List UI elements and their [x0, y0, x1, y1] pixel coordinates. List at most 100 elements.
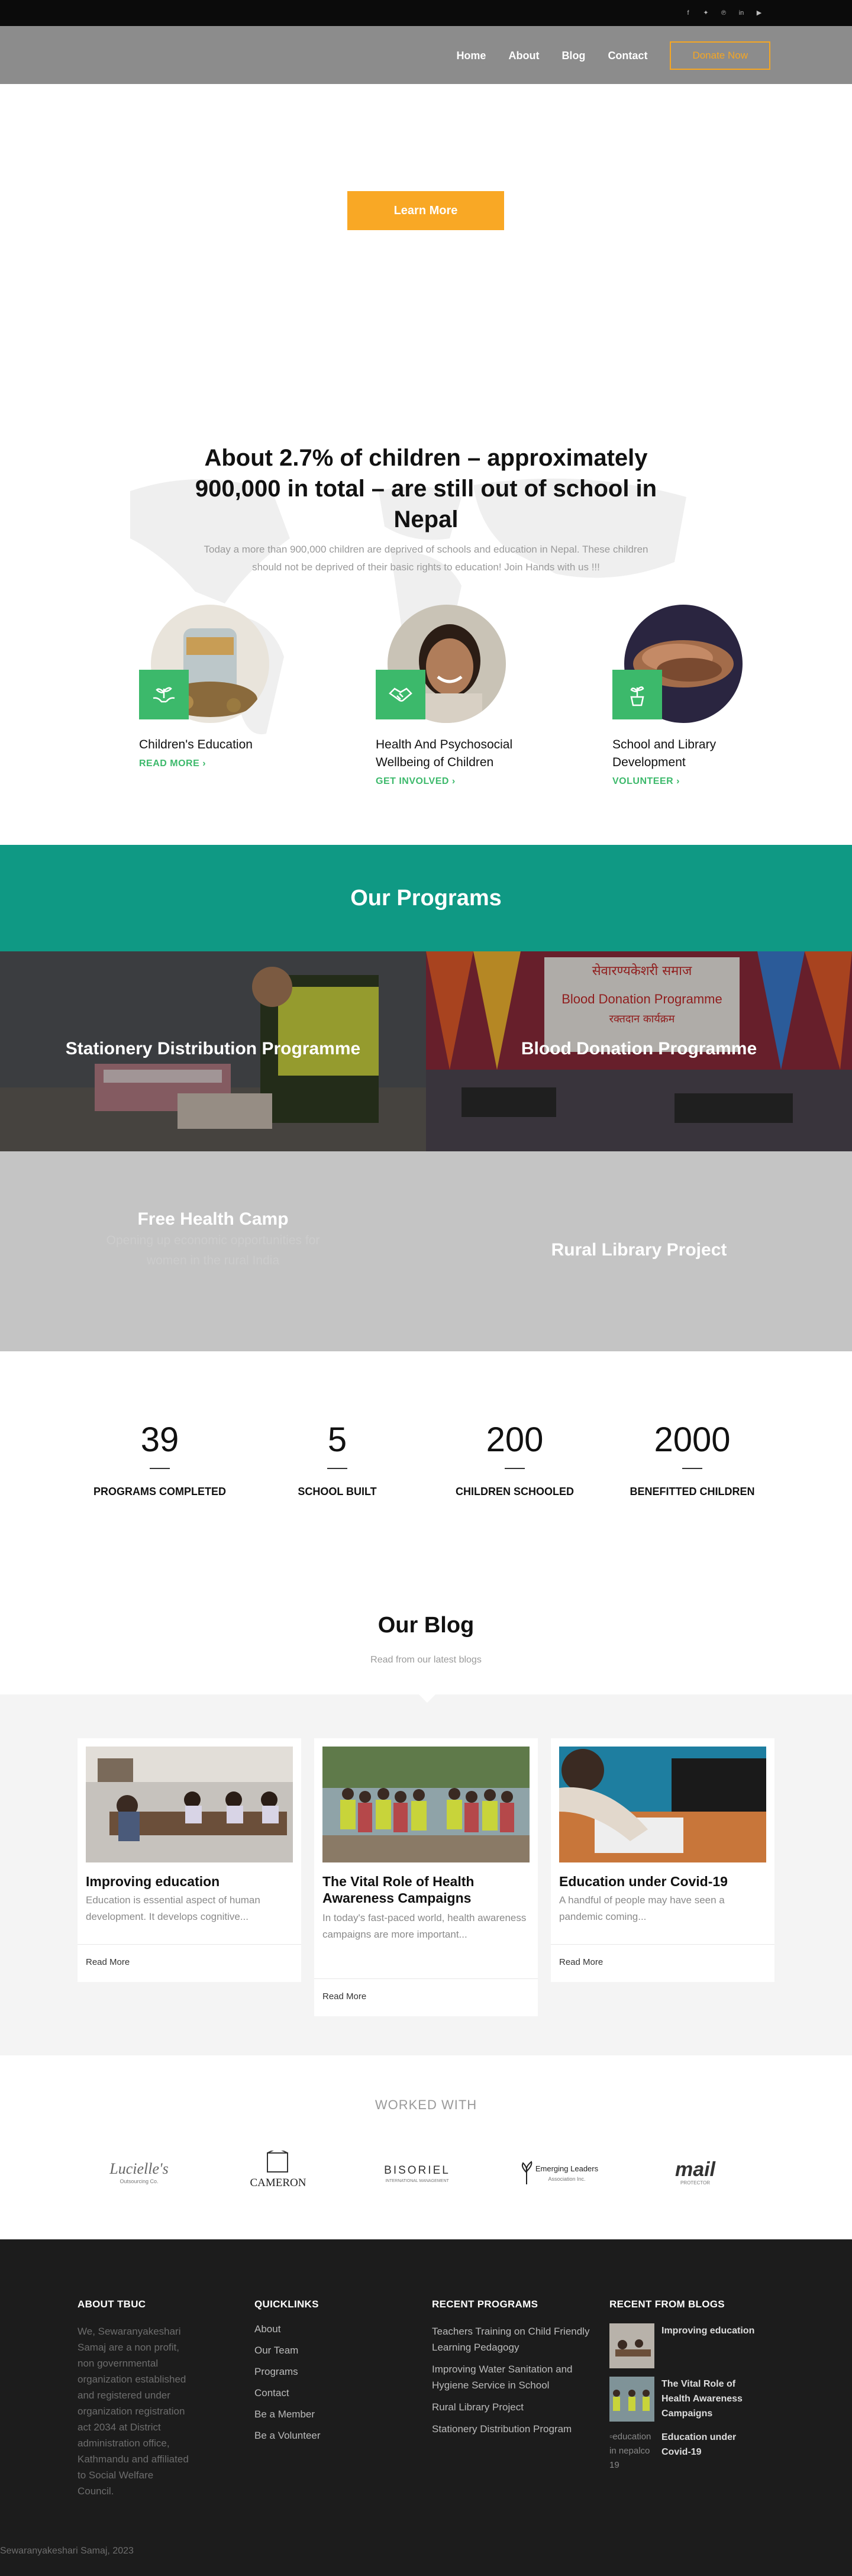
- footer-link-be-a-volunteer[interactable]: Be a Volunteer: [254, 2430, 321, 2442]
- footer-link-about[interactable]: About: [254, 2323, 321, 2335]
- about-subtitle: Today a more than 900,000 children are d…: [204, 544, 648, 573]
- main-navbar: Home About Blog Contact Donate Now: [0, 26, 852, 84]
- read-more-link[interactable]: READ MORE ›: [139, 758, 206, 769]
- footer-recent-programs-heading: RECENT PROGRAMS: [432, 2299, 538, 2310]
- footer-program-link[interactable]: Teachers Training on Child Friendly Lear…: [432, 2323, 604, 2355]
- mail-protector-logo: mail PROTECTOR: [651, 2151, 740, 2194]
- lucielles-logo-sub: Outsourcing Co.: [120, 2178, 158, 2184]
- blog-notch: [419, 1694, 435, 1703]
- cameron-logo: CAMERON: [237, 2151, 320, 2194]
- stat-programs-completed: 39 PROGRAMS COMPLETED: [89, 1420, 231, 1498]
- linkedin-icon[interactable]: in: [736, 8, 747, 18]
- emerging-leaders-logo-name: Emerging Leaders: [535, 2164, 599, 2173]
- blog-card-title[interactable]: Improving education: [86, 1873, 293, 1890]
- footer-about-text: We, Sewaranyakeshari Samaj are a non pro…: [78, 2326, 189, 2497]
- bisoriel-logo-sub: INTERNATIONAL MANAGEMENT: [385, 2179, 449, 2183]
- footer-blog-thumbnail: [609, 2377, 654, 2422]
- about-heading: About 2.7% of children – approximately 9…: [195, 445, 657, 532]
- classroom-photo: [86, 1747, 293, 1862]
- footer-link-programs[interactable]: Programs: [254, 2366, 321, 2378]
- stat-value: 5: [327, 1421, 347, 1459]
- footer-quicklinks-column: QUICKLINKS About Our Team Programs Conta…: [254, 2299, 321, 2451]
- stat-divider: [682, 1468, 702, 1469]
- stat-value: 39: [140, 1421, 179, 1459]
- footer-blog-title[interactable]: Education under Covid-19: [661, 2430, 762, 2495]
- nav-blog[interactable]: Blog: [561, 50, 585, 62]
- footer-about-heading: ABOUT TBUC: [78, 2299, 146, 2310]
- facebook-icon[interactable]: f: [683, 8, 693, 18]
- blog-card-health-awareness[interactable]: The Vital Role of Health Awareness Campa…: [314, 1738, 538, 2016]
- feature-title: Health And Psychosocial Wellbeing of Chi…: [376, 738, 513, 769]
- program-blood-donation[interactable]: सेवारण्यकेशरी समाज Blood Donation Progra…: [426, 951, 852, 1151]
- card-divider: [314, 1978, 538, 1979]
- stat-label: PROGRAMS COMPLETED: [93, 1486, 226, 1497]
- program-description: Opening up economic opportunities for wo…: [106, 1234, 320, 1267]
- card-divider: [78, 1944, 301, 1945]
- top-bar: f ✦ ℗ in ▶: [0, 0, 852, 26]
- donate-now-button[interactable]: Donate Now: [670, 41, 770, 70]
- program-free-health-camp[interactable]: Free Health Camp Opening up economic opp…: [0, 1151, 426, 1351]
- blog-card-excerpt: In today's fast-paced world, health awar…: [322, 1912, 527, 1940]
- social-links: f ✦ ℗ in ▶: [683, 8, 764, 18]
- stat-label: CHILDREN SCHOOLED: [455, 1486, 574, 1497]
- nav-menu: Home About Blog Contact Donate Now: [456, 41, 770, 70]
- read-more-link[interactable]: Read More: [86, 1957, 130, 1967]
- pinterest-icon[interactable]: ℗: [718, 8, 729, 18]
- feature-title: Children's Education: [139, 738, 253, 751]
- blog-card-excerpt: A handful of people may have seen a pand…: [559, 1894, 725, 1922]
- footer-program-link[interactable]: Improving Water Sanitation and Hygiene S…: [432, 2361, 604, 2393]
- stat-benefitted-children: 2000 BENEFITTED CHILDREN: [621, 1420, 763, 1498]
- blog-card-covid-education[interactable]: Education under Covid-19 A handful of pe…: [551, 1738, 774, 1982]
- card-divider: [551, 1944, 774, 1945]
- footer-program-link[interactable]: Stationery Distribution Program: [432, 2421, 604, 2437]
- footer-program-link[interactable]: Rural Library Project: [432, 2399, 604, 2415]
- footer-recent-blogs-column: RECENT FROM BLOGS Improving education Th…: [609, 2299, 762, 2503]
- get-involved-link[interactable]: GET INVOLVED ›: [376, 776, 456, 787]
- stat-label: BENEFITTED CHILDREN: [630, 1486, 755, 1497]
- footer-link-our-team[interactable]: Our Team: [254, 2345, 321, 2357]
- footer-recent-programs-column: RECENT PROGRAMS Teachers Training on Chi…: [432, 2299, 604, 2443]
- copyright-text: Sewaranyakeshari Samaj, 2023: [0, 2546, 134, 2556]
- youtube-icon[interactable]: ▶: [754, 8, 764, 18]
- lucielles-logo-name: Lucielle's: [109, 2160, 168, 2177]
- potted-plant-icon: [612, 670, 662, 719]
- footer-blog-thumbnail: [609, 2323, 654, 2368]
- learn-more-button[interactable]: Learn More: [347, 191, 504, 230]
- program-rural-library[interactable]: Rural Library Project: [426, 1151, 852, 1351]
- blog-subtitle: Read from our latest blogs: [370, 1655, 482, 1665]
- program-title: Stationery Distribution Programme: [65, 1039, 361, 1058]
- footer-blog-item[interactable]: ▫education in nepalco 19 Education under…: [609, 2430, 762, 2495]
- hands-plant-icon: [139, 670, 189, 719]
- volunteer-link[interactable]: VOLUNTEER ›: [612, 776, 680, 787]
- footer-blog-item[interactable]: Improving education: [609, 2323, 762, 2368]
- read-more-link[interactable]: Read More: [322, 1991, 366, 2002]
- nav-home[interactable]: Home: [456, 50, 486, 62]
- nav-contact[interactable]: Contact: [608, 50, 647, 62]
- blog-card-title[interactable]: Education under Covid-19: [559, 1873, 766, 1890]
- cameron-logo-name: CAMERON: [250, 2177, 306, 2189]
- lucielles-logo: Lucielle's Outsourcing Co.: [95, 2151, 183, 2194]
- mail-protector-logo-name: mail: [675, 2158, 717, 2181]
- programs-heading: Our Programs: [350, 886, 502, 911]
- nav-about[interactable]: About: [508, 50, 539, 62]
- health-campaign-photo: [322, 1747, 530, 1862]
- worked-with-heading: WORKED WITH: [375, 2097, 477, 2112]
- mail-protector-logo-sub: PROTECTOR: [680, 2180, 710, 2186]
- read-more-link[interactable]: Read More: [559, 1957, 603, 1967]
- broken-image-alt: education in nepalco 19: [609, 2432, 651, 2470]
- program-title: Rural Library Project: [551, 1240, 727, 1260]
- stat-divider: [327, 1468, 347, 1469]
- program-title: Blood Donation Programme: [521, 1039, 757, 1058]
- stat-divider: [150, 1468, 170, 1469]
- footer-blog-item[interactable]: The Vital Role of Health Awareness Campa…: [609, 2377, 762, 2422]
- footer-link-be-a-member[interactable]: Be a Member: [254, 2409, 321, 2420]
- footer-blog-title[interactable]: The Vital Role of Health Awareness Campa…: [661, 2377, 762, 2422]
- program-stationery-distribution[interactable]: Stationery Distribution Programme: [0, 951, 426, 1151]
- stat-label: SCHOOL BUILT: [298, 1486, 377, 1497]
- footer-link-contact[interactable]: Contact: [254, 2387, 321, 2399]
- footer-blog-title[interactable]: Improving education: [661, 2323, 762, 2368]
- blog-card-improving-education[interactable]: Improving education Education is essenti…: [78, 1738, 301, 1982]
- twitter-icon[interactable]: ✦: [701, 8, 711, 18]
- blog-card-title[interactable]: The Vital Role of Health Awareness Campa…: [322, 1873, 530, 1906]
- blog-card-excerpt: Education is essential aspect of human d…: [86, 1894, 260, 1922]
